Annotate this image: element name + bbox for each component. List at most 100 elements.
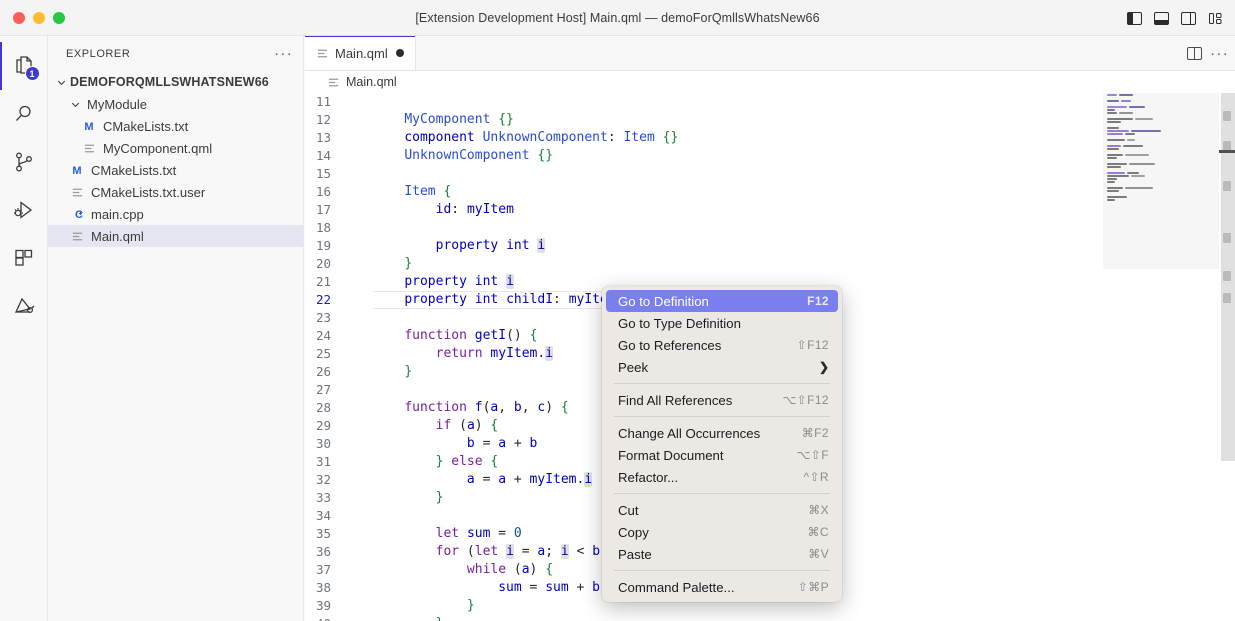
- code-text: b = a + b: [355, 435, 537, 453]
- traffic-lights: [0, 12, 65, 24]
- activity-bar-item-search[interactable]: [0, 90, 48, 138]
- line-number: 22: [305, 291, 355, 309]
- line-number: 37: [305, 561, 355, 579]
- code-text: a = a + myItem.i: [355, 471, 592, 489]
- code-text: }: [355, 489, 443, 507]
- tree-folder-row[interactable]: MyModule: [48, 93, 303, 115]
- menu-item-go-to-type-definition[interactable]: Go to Type Definition: [606, 312, 838, 334]
- chevron-down-icon: [54, 77, 68, 88]
- tree-file-row[interactable]: MCMakeLists.txt: [48, 159, 303, 181]
- activity-bar-item-qt[interactable]: [0, 282, 48, 330]
- title-bar: [Extension Development Host] Main.qml — …: [0, 0, 1235, 36]
- activity-bar-item-extensions[interactable]: [0, 234, 48, 282]
- zoom-window-button[interactable]: [53, 12, 65, 24]
- menu-item-go-to-references[interactable]: Go to References⇧F12: [606, 334, 838, 356]
- code-line[interactable]: 14 UnknownComponent {}: [305, 147, 678, 165]
- sidebar-more-actions-icon[interactable]: ···: [274, 49, 293, 59]
- sidebar-header: EXPLORER ···: [48, 36, 303, 71]
- file-tree: MyModuleMCMakeLists.txtMyComponent.qmlMC…: [48, 93, 303, 247]
- layout-controls: [1122, 0, 1227, 36]
- activity-bar-item-explorer[interactable]: 1: [0, 42, 48, 90]
- menu-item-label: Cut: [618, 503, 639, 518]
- code-line[interactable]: 18: [305, 219, 678, 237]
- code-line[interactable]: 12 MyComponent {}: [305, 111, 678, 129]
- code-line[interactable]: 15: [305, 165, 678, 183]
- activity-bar-item-run-and-debug[interactable]: [0, 186, 48, 234]
- menu-item-format-document[interactable]: Format Document⌥⇧F: [606, 444, 838, 466]
- line-number: 32: [305, 471, 355, 489]
- toggle-primary-sidebar-icon[interactable]: [1122, 7, 1146, 29]
- menu-item-command-palette[interactable]: Command Palette...⇧⌘P: [606, 576, 838, 598]
- menu-item-shortcut: F12: [807, 294, 829, 308]
- menu-separator: [614, 383, 830, 384]
- code-line[interactable]: 11: [305, 93, 678, 111]
- tree-file-row[interactable]: Cmain.cpp: [48, 203, 303, 225]
- line-number: 29: [305, 417, 355, 435]
- tab-dirty-indicator[interactable]: [396, 49, 404, 57]
- line-number: 40: [305, 615, 355, 621]
- code-line[interactable]: 19 property int i: [305, 237, 678, 255]
- line-number: 39: [305, 597, 355, 615]
- activity-bar-item-source-control[interactable]: [0, 138, 48, 186]
- editor-context-menu[interactable]: Go to DefinitionF12Go to Type Definition…: [602, 286, 842, 602]
- code-line[interactable]: 13 component UnknownComponent: Item {}: [305, 129, 678, 147]
- line-number: 18: [305, 219, 355, 237]
- code-line[interactable]: 17 id: myItem: [305, 201, 678, 219]
- tree-file-row[interactable]: Main.qml: [48, 225, 303, 247]
- split-editor-right-icon[interactable]: [1187, 47, 1202, 60]
- code-text: while (a) {: [355, 561, 553, 579]
- minimize-window-button[interactable]: [33, 12, 45, 24]
- code-text: let sum = 0: [355, 525, 522, 543]
- code-text: }: [355, 363, 412, 381]
- code-text: } else {: [355, 453, 498, 471]
- line-number: 30: [305, 435, 355, 453]
- menu-item-shortcut: ⇧⌘P: [798, 580, 829, 594]
- menu-item-paste[interactable]: Paste⌘V: [606, 543, 838, 565]
- menu-separator: [614, 493, 830, 494]
- line-number: 23: [305, 309, 355, 327]
- code-text: function getI() {: [355, 327, 537, 345]
- tree-file-row[interactable]: M CMakeLists.txt: [48, 115, 303, 137]
- line-number: 34: [305, 507, 355, 525]
- menu-separator: [614, 570, 830, 571]
- menu-item-change-all-occurrences[interactable]: Change All Occurrences⌘F2: [606, 422, 838, 444]
- tree-file-row[interactable]: MyComponent.qml: [48, 137, 303, 159]
- line-number: 14: [305, 147, 355, 165]
- menu-item-copy[interactable]: Copy⌘C: [606, 521, 838, 543]
- qml-icon: [68, 186, 86, 199]
- cmake-icon: M: [80, 119, 98, 133]
- menu-item-find-all-references[interactable]: Find All References⌥⇧F12: [606, 389, 838, 411]
- extensions-icon: [12, 246, 36, 270]
- tree-row-label: CMakeLists.txt: [103, 119, 188, 134]
- tab-main-qml[interactable]: Main.qml: [305, 36, 416, 70]
- qml-icon: [316, 47, 329, 60]
- toggle-panel-icon[interactable]: [1149, 7, 1173, 29]
- explorer-badge: 1: [25, 66, 40, 81]
- breadcrumb[interactable]: Main.qml: [305, 71, 1235, 93]
- code-text: property int i: [355, 273, 514, 291]
- explorer-root-folder[interactable]: DEMOFORQMLLSWHATSNEW66: [48, 71, 303, 93]
- chevron-down-icon: [68, 99, 82, 110]
- menu-item-cut[interactable]: Cut⌘X: [606, 499, 838, 521]
- menu-item-peek[interactable]: Peek❯: [606, 356, 838, 378]
- code-line[interactable]: 16 Item {: [305, 183, 678, 201]
- toggle-secondary-sidebar-icon[interactable]: [1176, 7, 1200, 29]
- overview-ruler[interactable]: [1219, 93, 1235, 621]
- tree-row-label: main.cpp: [91, 207, 144, 222]
- customize-layout-icon[interactable]: [1203, 7, 1227, 29]
- menu-item-go-to-definition[interactable]: Go to DefinitionF12: [606, 290, 838, 312]
- tree-row-label: MyModule: [87, 97, 147, 112]
- code-line[interactable]: 20 }: [305, 255, 678, 273]
- menu-item-label: Copy: [618, 525, 649, 540]
- line-number: 17: [305, 201, 355, 219]
- more-editor-actions-icon[interactable]: ···: [1210, 49, 1229, 59]
- code-text: id: myItem: [355, 201, 514, 219]
- minimap-slider[interactable]: [1103, 93, 1219, 269]
- editor-vertical-scrollbar[interactable]: [1221, 93, 1235, 461]
- tree-file-row[interactable]: CMakeLists.txt.user: [48, 181, 303, 203]
- line-number: 35: [305, 525, 355, 543]
- close-window-button[interactable]: [13, 12, 25, 24]
- menu-item-refactor[interactable]: Refactor...^⇧R: [606, 466, 838, 488]
- editor-tab-actions: ···: [1187, 36, 1229, 71]
- code-line[interactable]: 40 }: [305, 615, 678, 621]
